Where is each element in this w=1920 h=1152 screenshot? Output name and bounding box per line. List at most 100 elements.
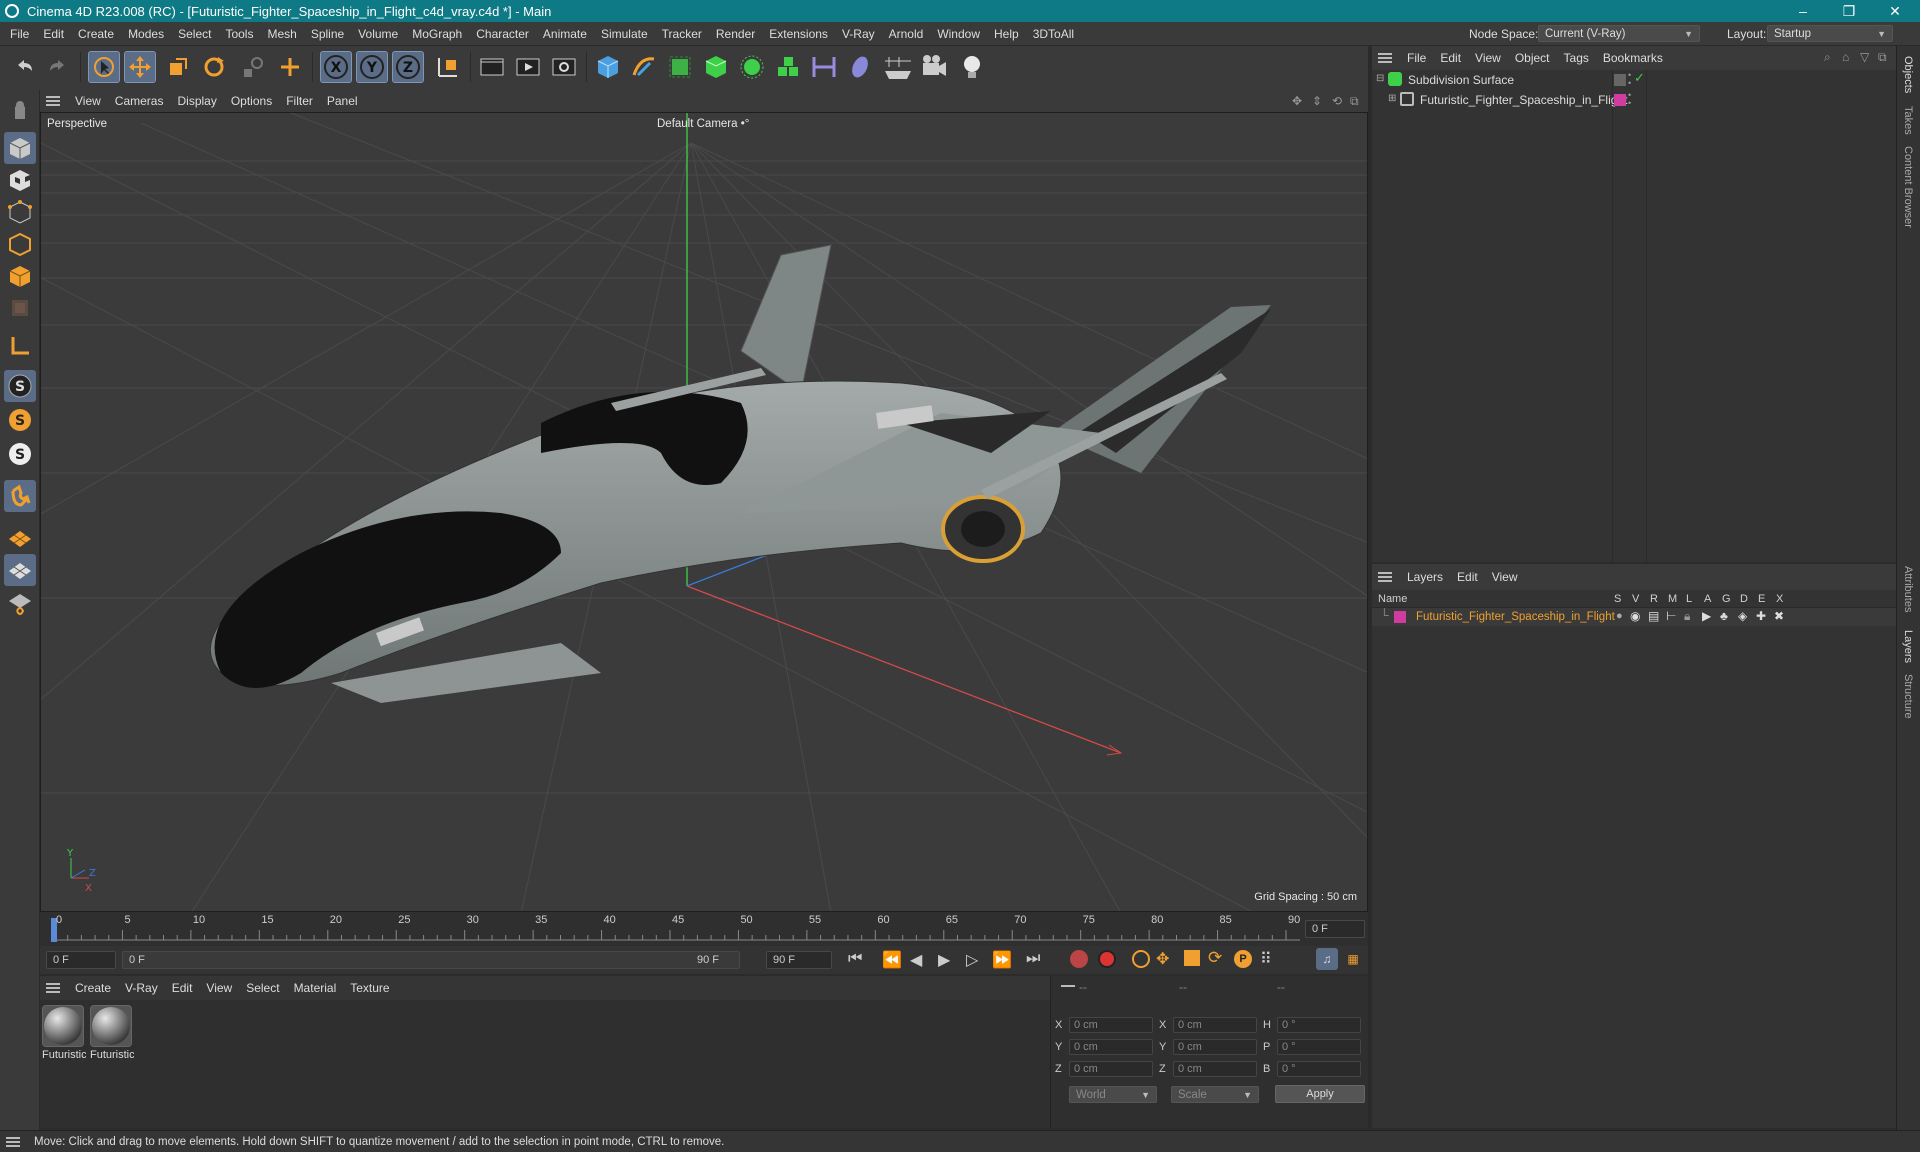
minimize-button[interactable]: – — [1780, 0, 1826, 22]
tab-content-browser[interactable]: Content Browser — [1902, 146, 1914, 228]
next-frame-icon[interactable]: ▷ — [966, 950, 978, 970]
record-keys-icon[interactable] — [1070, 950, 1088, 968]
menu-vray[interactable]: V-Ray — [835, 27, 882, 41]
key-scale-icon[interactable] — [1184, 950, 1200, 966]
menu-tools[interactable]: Tools — [218, 27, 260, 41]
render-settings-icon[interactable] — [548, 51, 580, 83]
menu-help[interactable]: Help — [987, 27, 1026, 41]
magnet-icon[interactable] — [4, 480, 36, 512]
cloner-icon[interactable] — [736, 51, 768, 83]
tab-objects[interactable]: Objects — [1902, 56, 1914, 93]
column-locked[interactable]: L — [1686, 593, 1692, 605]
layers-menu-layers[interactable]: Layers — [1400, 570, 1450, 584]
size-x-field[interactable]: 0 cm — [1173, 1017, 1257, 1033]
move-icon[interactable] — [124, 51, 156, 83]
object-row-subdivision[interactable]: ⊟ Subdivision Surface • • ✓ — [1372, 70, 1896, 562]
hamburger-icon[interactable] — [1378, 53, 1392, 63]
material-swatch[interactable]: Futuristic — [90, 1005, 134, 1065]
column-expressions[interactable]: E — [1758, 593, 1765, 605]
lock-icon[interactable]: 🔒︎ — [1684, 609, 1690, 624]
column-animation[interactable]: A — [1704, 593, 1711, 605]
viewport-camera-label[interactable]: Default Camera •° — [657, 118, 749, 130]
viewport-maximize-icon[interactable]: ⧉ — [1350, 94, 1359, 109]
model-mode-icon[interactable] — [4, 132, 36, 164]
hamburger-icon[interactable] — [6, 1136, 20, 1147]
viewport-zoom-icon[interactable]: ⇕ — [1312, 94, 1322, 108]
key-pla-icon[interactable]: ⠿ — [1260, 949, 1272, 969]
material-swatch[interactable]: Futuristic — [42, 1005, 86, 1065]
expand-icon[interactable]: ⊟ — [1376, 73, 1384, 84]
layers-menu-view[interactable]: View — [1485, 570, 1525, 584]
size-y-field[interactable]: 0 cm — [1173, 1039, 1257, 1055]
tab-attributes[interactable]: Attributes — [1902, 566, 1914, 612]
symmetry-icon[interactable] — [808, 51, 840, 83]
filter-icon[interactable]: ▽ — [1860, 50, 1869, 64]
key-rotation-icon[interactable]: ⟳ — [1208, 948, 1222, 968]
position-z-field[interactable]: 0 cm — [1069, 1061, 1153, 1077]
y-axis-icon[interactable]: Y — [356, 51, 388, 83]
previous-key-icon[interactable]: ⏪ — [882, 950, 902, 970]
make-editable-icon[interactable] — [4, 94, 36, 126]
viewport-menu-view[interactable]: View — [68, 94, 108, 108]
deformer-icon[interactable]: ◈ — [1738, 609, 1747, 623]
menu-window[interactable]: Window — [930, 27, 987, 41]
menu-animate[interactable]: Animate — [536, 27, 594, 41]
layer-toggle-icon[interactable] — [1614, 74, 1626, 86]
viewport-menu-panel[interactable]: Panel — [320, 94, 365, 108]
uv-mode-icon[interactable] — [4, 292, 36, 324]
rotation-h-field[interactable]: 0 ° — [1277, 1017, 1361, 1033]
menu-arnold[interactable]: Arnold — [882, 27, 931, 41]
render-picture-viewer-icon[interactable] — [512, 51, 544, 83]
search-icon[interactable]: ⌕ — [1824, 50, 1831, 65]
xref-icon[interactable]: ✖ — [1774, 609, 1784, 623]
column-manager[interactable]: M — [1668, 593, 1677, 605]
viewport-menu-display[interactable]: Display — [170, 94, 223, 108]
viewport-menu-filter[interactable]: Filter — [279, 94, 320, 108]
size-z-field[interactable]: 0 cm — [1173, 1061, 1257, 1077]
column-solo[interactable]: S — [1614, 593, 1621, 605]
redo-icon[interactable] — [42, 51, 74, 83]
key-parameter-icon[interactable]: P — [1234, 950, 1252, 968]
new-window-icon[interactable]: ⧉ — [1878, 50, 1887, 65]
light-icon[interactable] — [956, 51, 988, 83]
home-icon[interactable]: ⌂ — [1842, 50, 1849, 64]
start-frame-field[interactable]: 0 F — [46, 951, 116, 969]
texture-mode-icon[interactable] — [4, 164, 36, 196]
tab-layers[interactable]: Layers — [1902, 630, 1914, 663]
menu-create[interactable]: Create — [71, 27, 121, 41]
menu-simulate[interactable]: Simulate — [594, 27, 655, 41]
column-deformers[interactable]: D — [1740, 593, 1748, 605]
grid-icon[interactable] — [4, 554, 36, 586]
rotation-p-field[interactable]: 0 ° — [1277, 1039, 1361, 1055]
visibility-dots-icon[interactable]: • • — [1628, 71, 1631, 88]
tab-takes[interactable]: Takes — [1902, 106, 1914, 135]
hamburger-icon[interactable] — [1378, 572, 1392, 582]
snap-s3-icon[interactable]: S — [4, 438, 36, 470]
cube-icon[interactable] — [592, 51, 624, 83]
add-icon[interactable] — [274, 51, 306, 83]
rotation-b-field[interactable]: 0 ° — [1277, 1061, 1361, 1077]
menu-mesh[interactable]: Mesh — [260, 27, 303, 41]
node-space-select[interactable]: Current (V-Ray) ▼ — [1538, 25, 1700, 42]
scale-select[interactable]: Scale ▼ — [1171, 1086, 1259, 1103]
frame-range-slider[interactable]: 0 F 90 F — [122, 951, 740, 969]
menu-file[interactable]: File — [3, 27, 36, 41]
tab-structure[interactable]: Structure — [1902, 674, 1914, 719]
position-x-field[interactable]: 0 cm — [1069, 1017, 1153, 1033]
hamburger-icon[interactable] — [46, 96, 60, 106]
x-axis-icon[interactable]: X — [320, 51, 352, 83]
edges-mode-icon[interactable] — [4, 228, 36, 260]
layer-color-swatch[interactable] — [1614, 94, 1626, 106]
object-menu-bookmarks[interactable]: Bookmarks — [1596, 51, 1670, 65]
hamburger-icon[interactable] — [46, 983, 60, 993]
menu-tracker[interactable]: Tracker — [655, 27, 709, 41]
menu-volume[interactable]: Volume — [351, 27, 405, 41]
material-menu-material[interactable]: Material — [287, 981, 344, 995]
recent-tools-icon[interactable] — [236, 51, 268, 83]
viewport-menu-options[interactable]: Options — [224, 94, 279, 108]
undo-icon[interactable] — [8, 51, 40, 83]
coordinate-system-icon[interactable] — [432, 51, 464, 83]
deformer-icon[interactable] — [844, 51, 876, 83]
object-menu-view[interactable]: View — [1468, 51, 1508, 65]
object-menu-edit[interactable]: Edit — [1433, 51, 1468, 65]
